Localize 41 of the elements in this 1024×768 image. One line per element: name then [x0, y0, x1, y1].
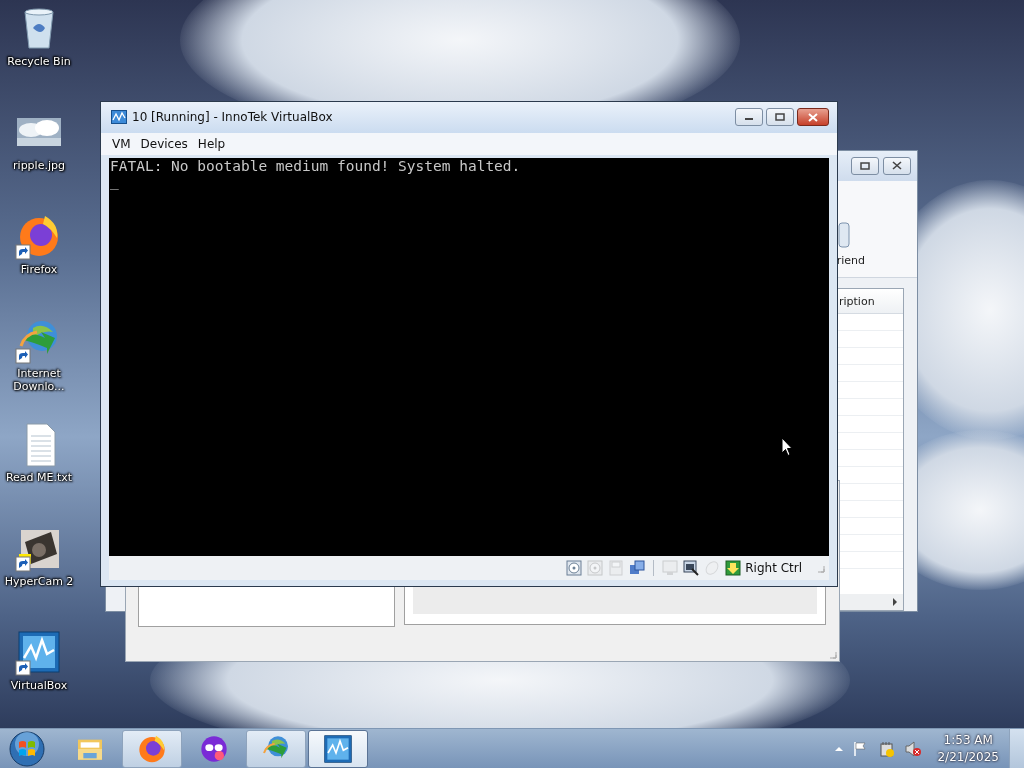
menu-item[interactable]: VM: [107, 136, 136, 151]
maximize-icon: [775, 113, 785, 122]
close-button[interactable]: [883, 156, 911, 175]
mouse-pointer-icon: [781, 437, 793, 457]
disc-icon[interactable]: [566, 560, 583, 577]
desktop-icon-label[interactable]: Firefox: [1, 263, 77, 276]
taskbar-button[interactable]: [122, 729, 182, 768]
host-key-label: Right Ctrl: [745, 561, 802, 576]
muted-speaker-icon[interactable]: [905, 740, 922, 757]
wave-monitor-icon[interactable]: [15, 628, 63, 676]
desktop-icon-label[interactable]: HyperCam 2: [1, 575, 77, 588]
minimize-button[interactable]: [735, 108, 763, 127]
desktop-icon-label[interactable]: Recycle Bin: [1, 55, 77, 68]
resize-grip-icon[interactable]: [815, 563, 825, 574]
window-icon[interactable]: [683, 560, 700, 577]
right-arrow-icon[interactable]: [892, 598, 898, 606]
close-button[interactable]: [797, 108, 829, 127]
close-icon: [807, 112, 819, 122]
maximize-button[interactable]: [766, 108, 794, 127]
vm-console-screen[interactable]: FATAL: No bootable medium found! System halted. _: [109, 157, 829, 557]
menu-item[interactable]: Help: [192, 136, 231, 151]
taskbar-button[interactable]: [246, 729, 306, 768]
menu-item[interactable]: Devices: [135, 136, 193, 151]
close-icon: [892, 161, 902, 171]
window-title: 10 [Running] - InnoTek VirtualBox: [132, 110, 333, 125]
taskbar-button[interactable]: [308, 729, 368, 768]
maximize-icon: [860, 161, 870, 170]
up-arrow-icon[interactable]: [835, 745, 844, 752]
column-header[interactable]: ription: [839, 294, 875, 308]
start-button[interactable]: [8, 729, 46, 768]
desktop-icon-label[interactable]: ripple.jpg: [1, 159, 77, 172]
down-arrow-icon[interactable]: [725, 560, 742, 577]
resize-grip-icon[interactable]: [827, 649, 837, 659]
maximize-button[interactable]: [851, 156, 879, 175]
console-text: FATAL: No bootable medium found! System halted.: [110, 158, 522, 174]
wave-monitor-icon: [322, 732, 354, 765]
wave-monitor-icon: [111, 110, 127, 125]
console-text: _: [110, 173, 120, 189]
network-icon[interactable]: [629, 560, 646, 577]
desktop-icon-label[interactable]: VirtualBox: [1, 679, 77, 692]
toolbar-button-label[interactable]: riend: [836, 254, 865, 268]
